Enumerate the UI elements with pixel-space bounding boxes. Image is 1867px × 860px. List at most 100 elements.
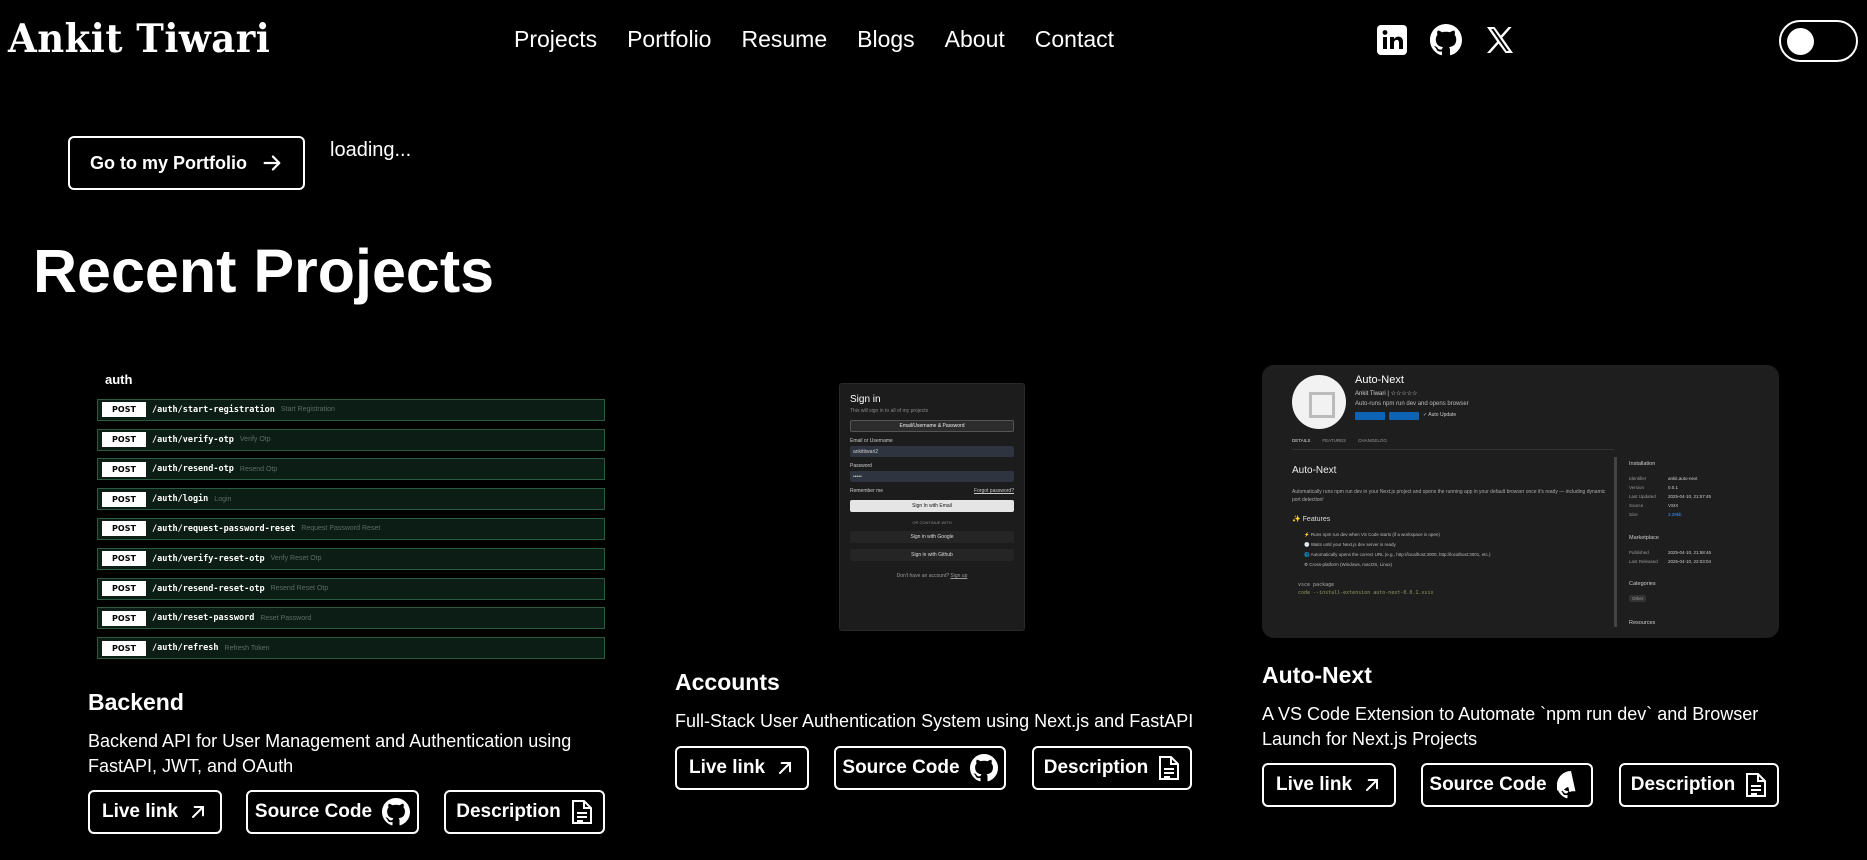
tab-features: FEATURES <box>1322 438 1347 443</box>
feature-item: ⚙ Cross-platform (Windows, macOS, Linux) <box>1304 562 1393 567</box>
extension-name: Auto-Next <box>1355 374 1404 386</box>
api-endpoint-row: POST/auth/start-registration Start Regist… <box>97 398 605 421</box>
nav-link-contact[interactable]: Contact <box>1035 26 1114 53</box>
readme-heading: Auto-Next <box>1292 465 1337 476</box>
marketplace-heading: Marketplace <box>1629 535 1659 541</box>
loading-text: loading... <box>330 139 412 161</box>
github-signin-button: Sign in with Github <box>850 549 1014 561</box>
x-icon[interactable] <box>1484 24 1516 56</box>
site-logo[interactable]: Ankit Tiwari <box>8 16 270 62</box>
code-line: vsce package <box>1298 582 1335 588</box>
endpoint-summary: Resend Otp <box>239 465 278 473</box>
http-method-badge: POST <box>102 461 146 477</box>
go-to-portfolio-button[interactable]: Go to my Portfolio <box>68 136 305 190</box>
meta-row: Last Released 2025-04-10, 22:03:04 <box>1629 559 1712 564</box>
endpoint-summary: Reset Password <box>260 614 312 622</box>
tab-details: DETAILS <box>1292 438 1311 443</box>
description-button[interactable]: Description <box>444 790 605 834</box>
theme-toggle[interactable] <box>1779 20 1858 62</box>
http-method-badge: POST <box>102 581 146 597</box>
resources-heading: Resources <box>1629 620 1656 626</box>
project-title: Auto-Next <box>1262 662 1372 688</box>
nav-link-about[interactable]: About <box>945 26 1005 53</box>
endpoint-path: /auth/verify-otp <box>152 434 234 445</box>
endpoint-path: /auth/start-registration <box>152 404 275 415</box>
signin-mode-button: Email/Username & Password <box>850 420 1014 432</box>
google-signin-button: Sign in with Google <box>850 531 1014 543</box>
scrollbar <box>1614 457 1617 627</box>
meta-row: Published 2025-04-10, 21:58:46 <box>1629 550 1712 555</box>
meta-row: Source VSIX <box>1629 503 1679 508</box>
live-link-button[interactable]: Live link <box>675 746 809 790</box>
nav-link-portfolio[interactable]: Portfolio <box>627 26 711 53</box>
extension-actions: ✓ Auto Update <box>1355 412 1456 420</box>
source-code-label: Source Code <box>1429 774 1547 795</box>
features-heading: ✨ Features <box>1292 516 1331 523</box>
http-method-badge: POST <box>102 521 146 537</box>
email-field: ankittiwari2 <box>850 446 1014 457</box>
github-icon[interactable] <box>1430 24 1462 56</box>
feature-item: 🌐 Automatically opens the correct URL (e… <box>1304 552 1491 557</box>
api-endpoint-row: POST/auth/verify-reset-otp Verify Reset O… <box>97 547 605 570</box>
remember-row: Remember me Forgot password? <box>850 488 1014 494</box>
extension-short-desc: Auto-runs npm run dev and opens browser <box>1355 401 1469 407</box>
document-icon <box>1159 756 1180 780</box>
nav-link-projects[interactable]: Projects <box>514 26 597 53</box>
live-link-button[interactable]: Live link <box>1262 763 1396 807</box>
endpoint-summary: Refresh Token <box>224 644 270 652</box>
api-endpoint-row: POST/auth/request-password-reset Request … <box>97 517 605 540</box>
arrow-up-right-icon <box>779 762 792 774</box>
nav-link-resume[interactable]: Resume <box>741 26 827 53</box>
arrow-up-right-icon <box>192 806 205 818</box>
uninstall-button <box>1389 412 1419 420</box>
signin-email-button: Sign In with Email <box>850 500 1014 512</box>
source-code-button[interactable]: Source Code <box>834 746 1006 790</box>
endpoint-path: /auth/reset-password <box>152 613 255 624</box>
linkedin-icon[interactable] <box>1376 24 1408 56</box>
signup-footer: Don't have an account? Sign up <box>850 573 1014 579</box>
endpoint-path: /auth/resend-reset-otp <box>152 583 265 594</box>
source-code-label: Source Code <box>254 801 373 822</box>
live-link-button[interactable]: Live link <box>88 790 222 834</box>
live-link-label: Live link <box>688 757 766 778</box>
endpoint-path: /auth/request-password-reset <box>152 523 296 534</box>
description-button[interactable]: Description <box>1619 763 1779 807</box>
source-code-label: Source Code <box>842 757 960 778</box>
top-nav: Ankit Tiwari Projects Portfolio Resume B… <box>0 0 1867 84</box>
source-code-button[interactable]: Source Code <box>1421 763 1593 807</box>
github-icon <box>1556 771 1576 799</box>
project-title: Accounts <box>675 669 780 695</box>
live-link-label: Live link <box>1275 774 1353 795</box>
email-label: Email or Username <box>850 438 893 444</box>
tab-changelog: CHANGELOG <box>1358 438 1387 443</box>
http-method-badge: POST <box>102 551 146 567</box>
section-title: Recent Projects <box>33 237 495 305</box>
installation-heading: Installation <box>1629 461 1656 467</box>
divider-text: OR CONTINUE WITH <box>912 520 952 525</box>
api-endpoint-row: POST/auth/login Login <box>97 488 605 511</box>
endpoint-path: /auth/refresh <box>152 643 219 654</box>
description-label: Description <box>1630 774 1736 795</box>
toggle-knob <box>1787 28 1814 55</box>
project-description: Backend API for User Management and Auth… <box>88 731 572 776</box>
nav-link-blogs[interactable]: Blogs <box>857 26 915 53</box>
description-label: Description <box>456 801 561 822</box>
feature-item: ⚡ Runs npm run dev when VS Code starts (… <box>1304 532 1440 537</box>
description-button[interactable]: Description <box>1032 746 1192 790</box>
meta-row: Last Updated 2025-04-10, 21:57:45 <box>1629 494 1712 499</box>
code-line: code --install-extension auto-next-0.0.1… <box>1298 590 1434 596</box>
source-code-button[interactable]: Source Code <box>246 790 419 834</box>
api-endpoint-list: POST/auth/start-registration Start Regist… <box>97 398 605 660</box>
password-field: ••••• <box>850 471 1014 482</box>
readme-paragraph: Automatically runs npm run dev in your N… <box>1292 489 1606 503</box>
disable-button <box>1355 412 1385 420</box>
signup-link: Sign up <box>950 573 968 579</box>
arrow-up-right-icon <box>1366 779 1379 791</box>
remember-me: Remember me <box>850 488 884 494</box>
extension-author: Ankit Tiwari | ☆☆☆☆☆ <box>1355 391 1418 397</box>
document-icon <box>1746 773 1767 797</box>
feature-item: 🕐 Waits until your Next.js dev server is… <box>1304 542 1396 547</box>
api-endpoint-row: POST/auth/refresh Refresh Token <box>97 637 605 660</box>
project-title: Backend <box>88 689 184 715</box>
signup-prompt: Don't have an account? <box>896 573 950 579</box>
